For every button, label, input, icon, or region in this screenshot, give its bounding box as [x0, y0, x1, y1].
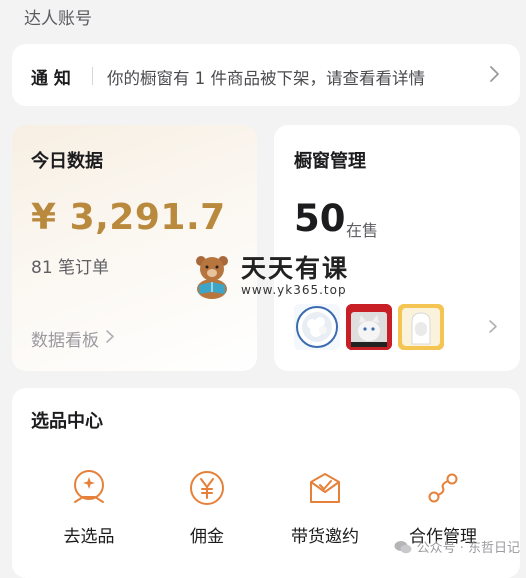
invite-button[interactable]: 带货邀约	[270, 468, 380, 547]
today-sales-amount: ¥ 3,291.7	[31, 197, 226, 238]
footer-watermark-text: 公众号 · 东哲日记	[416, 541, 520, 556]
chevron-right-icon	[105, 329, 115, 349]
cooperation-icon	[423, 468, 463, 508]
notice-message[interactable]: 你的橱窗有 1 件商品被下架，请查看看详情	[107, 65, 425, 89]
on-sale-count: 50	[294, 197, 346, 240]
window-management-title: 橱窗管理	[294, 151, 366, 172]
chevron-right-icon[interactable]	[488, 319, 498, 338]
product-thumbnail[interactable]	[346, 304, 392, 350]
product-thumbnail[interactable]	[398, 304, 444, 350]
select-product-icon	[69, 468, 109, 508]
on-sale-label: 在售	[346, 221, 379, 240]
go-select-button[interactable]: 去选品	[34, 468, 144, 547]
notice-bar[interactable]: 通 知 你的橱窗有 1 件商品被下架，请查看看详情	[12, 44, 520, 106]
data-board-label: 数据看板	[31, 331, 99, 351]
chevron-right-icon[interactable]	[488, 65, 500, 87]
commission-label: 佣金	[190, 527, 224, 547]
invite-mail-icon	[305, 468, 345, 508]
footer-watermark: 公众号 · 东哲日记	[394, 537, 520, 556]
window-management-card[interactable]: 橱窗管理 50 在售	[274, 125, 520, 371]
notice-tag: 通 知	[31, 69, 71, 89]
account-label: 达人账号	[24, 9, 92, 29]
invite-label: 带货邀约	[291, 527, 359, 547]
yen-icon	[187, 468, 227, 508]
today-data-card[interactable]: 今日数据 ¥ 3,291.7 81 笔订单 数据看板	[12, 125, 257, 371]
notice-divider	[92, 67, 93, 85]
wechat-icon	[394, 540, 412, 553]
product-thumbnail[interactable]	[294, 304, 340, 350]
today-order-count: 81 笔订单	[31, 258, 110, 278]
commission-button[interactable]: 佣金	[152, 468, 262, 547]
selection-center-title: 选品中心	[31, 411, 103, 432]
today-data-title: 今日数据	[31, 151, 103, 172]
go-select-label: 去选品	[63, 527, 115, 547]
cooperation-button[interactable]: 合作管理	[388, 468, 498, 547]
data-board-link[interactable]: 数据看板	[31, 326, 115, 351]
